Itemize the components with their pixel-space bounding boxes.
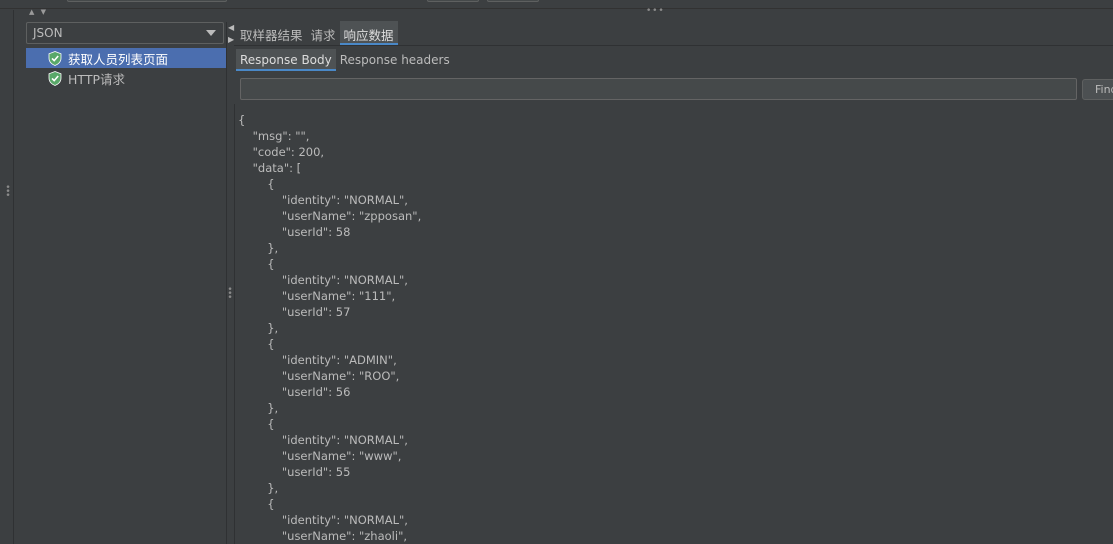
renderer-select-value: JSON xyxy=(33,26,63,40)
response-line: "identity": "NORMAL", xyxy=(238,273,408,287)
response-line: "userName": "ROO", xyxy=(238,369,400,383)
response-line: "userName": "zpposan", xyxy=(238,209,422,223)
tree-item-label: 获取人员列表页面 xyxy=(68,51,169,67)
top-field[interactable] xyxy=(67,0,227,2)
response-line: }, xyxy=(238,401,279,415)
response-body-text[interactable]: { "msg": "", "code": 200, "data": [ { "i… xyxy=(238,112,1098,544)
response-line: }, xyxy=(238,241,279,255)
panel-divider[interactable] xyxy=(226,22,227,544)
response-line: "identity": "NORMAL", xyxy=(238,513,408,527)
content-border xyxy=(234,104,235,544)
split-arrows-icon[interactable]: ◀ ▶ xyxy=(228,22,234,46)
left-gutter xyxy=(0,10,14,544)
response-line: "userId": 56 xyxy=(238,385,351,399)
response-line: "msg": "", xyxy=(238,129,310,143)
top-button[interactable] xyxy=(487,0,539,2)
response-line: "userId": 58 xyxy=(238,225,351,239)
left-splitter-grip-icon[interactable]: • • • xyxy=(5,184,11,201)
tree-item-sample-2[interactable]: HTTP请求 xyxy=(26,68,226,88)
response-line: "userName": "www", xyxy=(238,449,402,463)
response-line: "identity": "NORMAL", xyxy=(238,193,408,207)
response-line: "identity": "NORMAL", xyxy=(238,433,408,447)
response-subtabs: Response Body Response headers xyxy=(236,49,454,71)
renderer-select[interactable]: JSON xyxy=(26,22,224,44)
response-line: }, xyxy=(238,321,279,335)
response-line: "userName": "111", xyxy=(238,289,396,303)
top-button[interactable] xyxy=(427,0,479,2)
search-input[interactable] xyxy=(240,78,1077,100)
shield-check-icon xyxy=(48,50,62,66)
response-line: { xyxy=(238,337,275,351)
response-line: { xyxy=(238,113,246,127)
response-line: { xyxy=(238,417,275,431)
shield-check-icon xyxy=(48,70,62,86)
splitter-grip-icon[interactable]: • • • xyxy=(646,7,664,16)
top-toolbar-strip xyxy=(0,0,1113,9)
tab-response-body[interactable]: Response Body xyxy=(236,49,336,71)
response-line: }, xyxy=(238,481,279,495)
response-line: { xyxy=(238,257,275,271)
tab-sampler-result[interactable]: 取样器结果 xyxy=(236,21,307,45)
left-inner-panel xyxy=(14,10,24,544)
results-tree-window: ▲ ▼ • • • • • • JSON 获取人员列表页面 HTTP请求 ◀ ▶ • •… xyxy=(0,0,1113,544)
response-line: { xyxy=(238,497,275,511)
response-line: "data": [ xyxy=(238,161,302,175)
response-line: "userName": "zhaoli", xyxy=(238,529,408,543)
result-tabs: 取样器结果 请求 响应数据 xyxy=(236,21,398,45)
tree-item-sample-1[interactable]: 获取人员列表页面 xyxy=(26,48,226,68)
find-button[interactable]: Find xyxy=(1082,79,1113,100)
collapse-arrows-icon[interactable]: ▲ ▼ xyxy=(29,8,48,16)
chevron-down-icon[interactable] xyxy=(206,30,216,36)
response-line: "userId": 57 xyxy=(238,305,351,319)
response-line: { xyxy=(238,177,275,191)
response-line: "identity": "ADMIN", xyxy=(238,353,397,367)
response-line: "code": 200, xyxy=(238,145,325,159)
tab-response-data[interactable]: 响应数据 xyxy=(339,21,398,45)
tab-response-headers[interactable]: Response headers xyxy=(336,49,454,71)
tree-item-label: HTTP请求 xyxy=(68,71,125,87)
sample-tree: 获取人员列表页面 HTTP请求 xyxy=(26,48,226,88)
tab-request[interactable]: 请求 xyxy=(307,21,340,45)
panel-splitter-grip-icon[interactable]: • • • xyxy=(227,286,233,303)
response-line: "userId": 55 xyxy=(238,465,351,479)
tabs-divider xyxy=(234,45,1113,46)
